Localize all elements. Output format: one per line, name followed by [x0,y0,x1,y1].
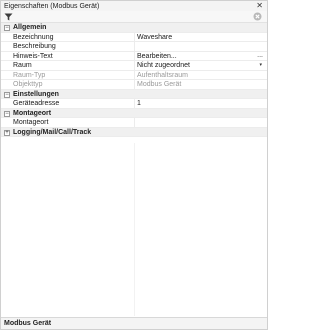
property-name: Bezeichnung [13,33,54,41]
property-row-hinweis-text[interactable]: Hinweis-Text Bearbeiten... ... [1,51,267,61]
edit-ellipsis-button[interactable]: ... [257,52,263,60]
column-splitter [134,70,135,80]
property-row-montageort[interactable]: Montageort [1,118,267,128]
chevron-down-icon[interactable]: ▾ [259,61,262,70]
collapse-icon[interactable]: − [4,91,10,98]
close-icon[interactable]: ✕ [256,1,263,11]
filter-toolbar [1,11,267,23]
description-title: Modbus Gerät [4,320,52,327]
panel-titlebar: Eigenschaften (Modbus Gerät) ✕ [1,1,267,11]
property-value-bezeichnung[interactable]: Waveshare [137,33,247,42]
category-allgemein[interactable]: − Allgemein [1,23,267,33]
column-splitter [134,42,135,51]
property-row-geraeteadresse[interactable]: Geräteadresse 1 [1,99,267,109]
category-einstellungen[interactable]: − Einstellungen [1,89,267,99]
property-name: Objekttyp [13,81,43,88]
description-bar: Modbus Gerät [1,317,267,329]
category-label: Logging/Mail/Call/Track [13,128,92,136]
category-label: Allgemein [13,24,47,31]
property-row-beschreibung[interactable]: Beschreibung [1,42,267,52]
column-splitter [134,80,135,89]
property-grid: − Allgemein Bezeichnung Waveshare Beschr… [1,23,267,137]
category-label: Montageort [13,109,52,117]
panel-title: Eigenschaften (Modbus Gerät) [4,2,100,10]
property-row-objekttyp: Objekttyp Modbus Gerät [1,80,267,90]
column-splitter [134,51,135,61]
column-splitter [134,61,135,70]
property-name: Montageort [13,119,49,126]
expand-icon[interactable]: + [4,129,10,136]
property-value-objekttyp: Modbus Gerät [137,81,182,88]
property-value-hinweis-text[interactable]: Bearbeiten... [137,52,247,61]
column-splitter [134,32,135,42]
property-value-raum-typ: Aufenthaltsraum [137,71,188,79]
clear-filter-icon[interactable] [253,12,262,21]
property-row-bezeichnung[interactable]: Bezeichnung Waveshare [1,32,267,42]
column-splitter [134,118,135,127]
property-row-raum-typ: Raum-Typ Aufenthaltsraum [1,70,267,80]
property-name: Raum [13,62,32,69]
category-montageort[interactable]: − Montageort [1,108,267,118]
properties-panel: Eigenschaften (Modbus Gerät) ✕ − Allgeme… [0,0,268,330]
property-value-raum[interactable]: Nicht zugeordnet [137,61,247,70]
property-value-geraeteadresse[interactable]: 1 [137,99,247,108]
property-name: Raum-Typ [13,71,46,79]
category-logging[interactable]: + Logging/Mail/Call/Track [1,127,267,137]
column-splitter [134,99,135,108]
collapse-icon[interactable]: − [4,25,10,31]
empty-grid-divider [134,143,135,316]
property-name: Hinweis-Text [13,52,53,60]
filter-icon[interactable] [4,13,13,21]
collapse-icon[interactable]: − [4,110,10,117]
category-label: Einstellungen [13,90,59,98]
property-name: Beschreibung [13,43,56,50]
property-row-raum[interactable]: Raum Nicht zugeordnet ▾ [1,61,267,71]
property-name: Geräteadresse [13,100,60,107]
